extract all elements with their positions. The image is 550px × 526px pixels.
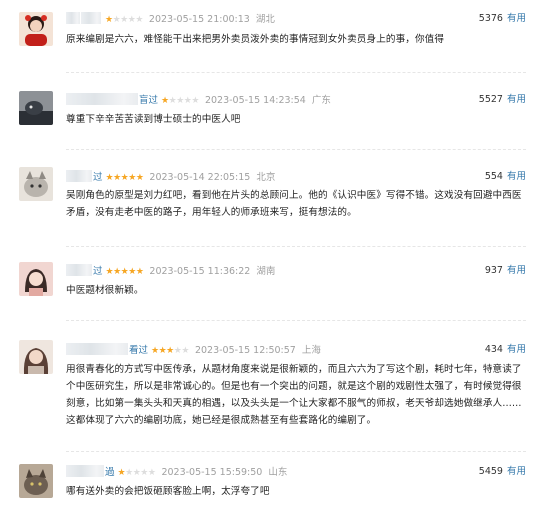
rating-stars: ★★★★★: [105, 267, 144, 277]
useful-button[interactable]: 有用: [507, 171, 526, 182]
divider: [66, 246, 526, 247]
comment-header: 盲过 ★★★★★ 2023-05-15 14:23:54 广东: [66, 93, 331, 107]
comment-time: 2023-05-15 14:23:54: [204, 95, 306, 106]
comment-time: 2023-05-14 22:05:15: [149, 172, 251, 183]
vote-count: 5459 有用: [478, 466, 526, 477]
username-link[interactable]: [66, 12, 102, 27]
rating-stars: ★★★★★: [105, 173, 144, 183]
comment-time: 2023-05-15 15:59:50: [161, 467, 263, 478]
rating-stars: ★★★★★: [151, 346, 189, 356]
comment-time: 2023-05-15 21:00:13: [148, 14, 250, 25]
comment-location: 北京: [256, 172, 276, 183]
comment-text: 中医题材很新颖。: [66, 285, 144, 296]
avatar[interactable]: [19, 167, 53, 201]
comment-text: 哪有送外卖的会把饭砸顾客脸上啊，太浮夸了吧: [66, 486, 270, 497]
avatar[interactable]: [19, 262, 53, 296]
username-link[interactable]: 過: [66, 465, 115, 480]
username-link[interactable]: 看过: [66, 343, 148, 358]
useful-button[interactable]: 有用: [507, 13, 526, 24]
vote-count: 554 有用: [484, 171, 526, 182]
useful-button[interactable]: 有用: [507, 265, 526, 276]
useful-button[interactable]: 有用: [507, 344, 526, 355]
avatar[interactable]: [19, 12, 53, 46]
comment-location: 湖北: [255, 14, 275, 25]
comment-location: 上海: [301, 345, 321, 356]
rating-stars: ★★★★★: [161, 96, 199, 106]
comment-location: 湖南: [256, 266, 276, 277]
vote-count: 937 有用: [484, 265, 526, 276]
username-link[interactable]: 过: [66, 264, 103, 279]
avatar[interactable]: [19, 464, 53, 498]
username-link[interactable]: 盲过: [66, 93, 158, 108]
divider: [66, 451, 526, 452]
vote-count: 434 有用: [484, 344, 526, 355]
divider: [66, 320, 526, 321]
comment-header: 看过 ★★★★★ 2023-05-15 12:50:57 上海: [66, 343, 321, 357]
comment-header: 过 ★★★★★ 2023-05-15 11:36:22 湖南: [66, 264, 275, 278]
comment-text: 吴刚角色的原型是刘力红吧，看到他在片头的总顾问上。他的《认识中医》写得不错。这戏…: [66, 190, 522, 218]
rating-stars: ★★★★★: [117, 468, 156, 478]
comment-text: 用很青春化的方式写中医传承，从题材角度来说是很新颖的，而且六六为了写这个剧，耗时…: [66, 364, 522, 426]
useful-button[interactable]: 有用: [507, 94, 526, 105]
comment-time: 2023-05-15 12:50:57: [194, 345, 296, 356]
comment-header: 过 ★★★★★ 2023-05-14 22:05:15 北京: [66, 170, 275, 184]
comment-text: 尊重下辛辛苦苦读到博士硕士的中医人吧: [66, 114, 241, 125]
avatar[interactable]: [19, 91, 53, 125]
useful-button[interactable]: 有用: [507, 466, 526, 477]
avatar[interactable]: [19, 340, 53, 374]
vote-count: 5527 有用: [478, 94, 526, 105]
username-link[interactable]: 过: [66, 170, 103, 185]
vote-count: 5376 有用: [478, 13, 526, 24]
comment-location: 广东: [311, 95, 331, 106]
comment-location: 山东: [268, 467, 288, 478]
comment-text: 原来编剧是六六，难怪能干出来把男外卖员泼外卖的事情冠到女外卖员身上的事，你值得: [66, 34, 445, 45]
rating-stars: ★★★★★: [105, 15, 143, 25]
comment-header: 過 ★★★★★ 2023-05-15 15:59:50 山东: [66, 465, 287, 479]
comment-time: 2023-05-15 11:36:22: [149, 266, 251, 277]
comment-header: ★★★★★ 2023-05-15 21:00:13 湖北: [66, 12, 275, 26]
divider: [66, 72, 526, 73]
divider: [66, 149, 526, 150]
